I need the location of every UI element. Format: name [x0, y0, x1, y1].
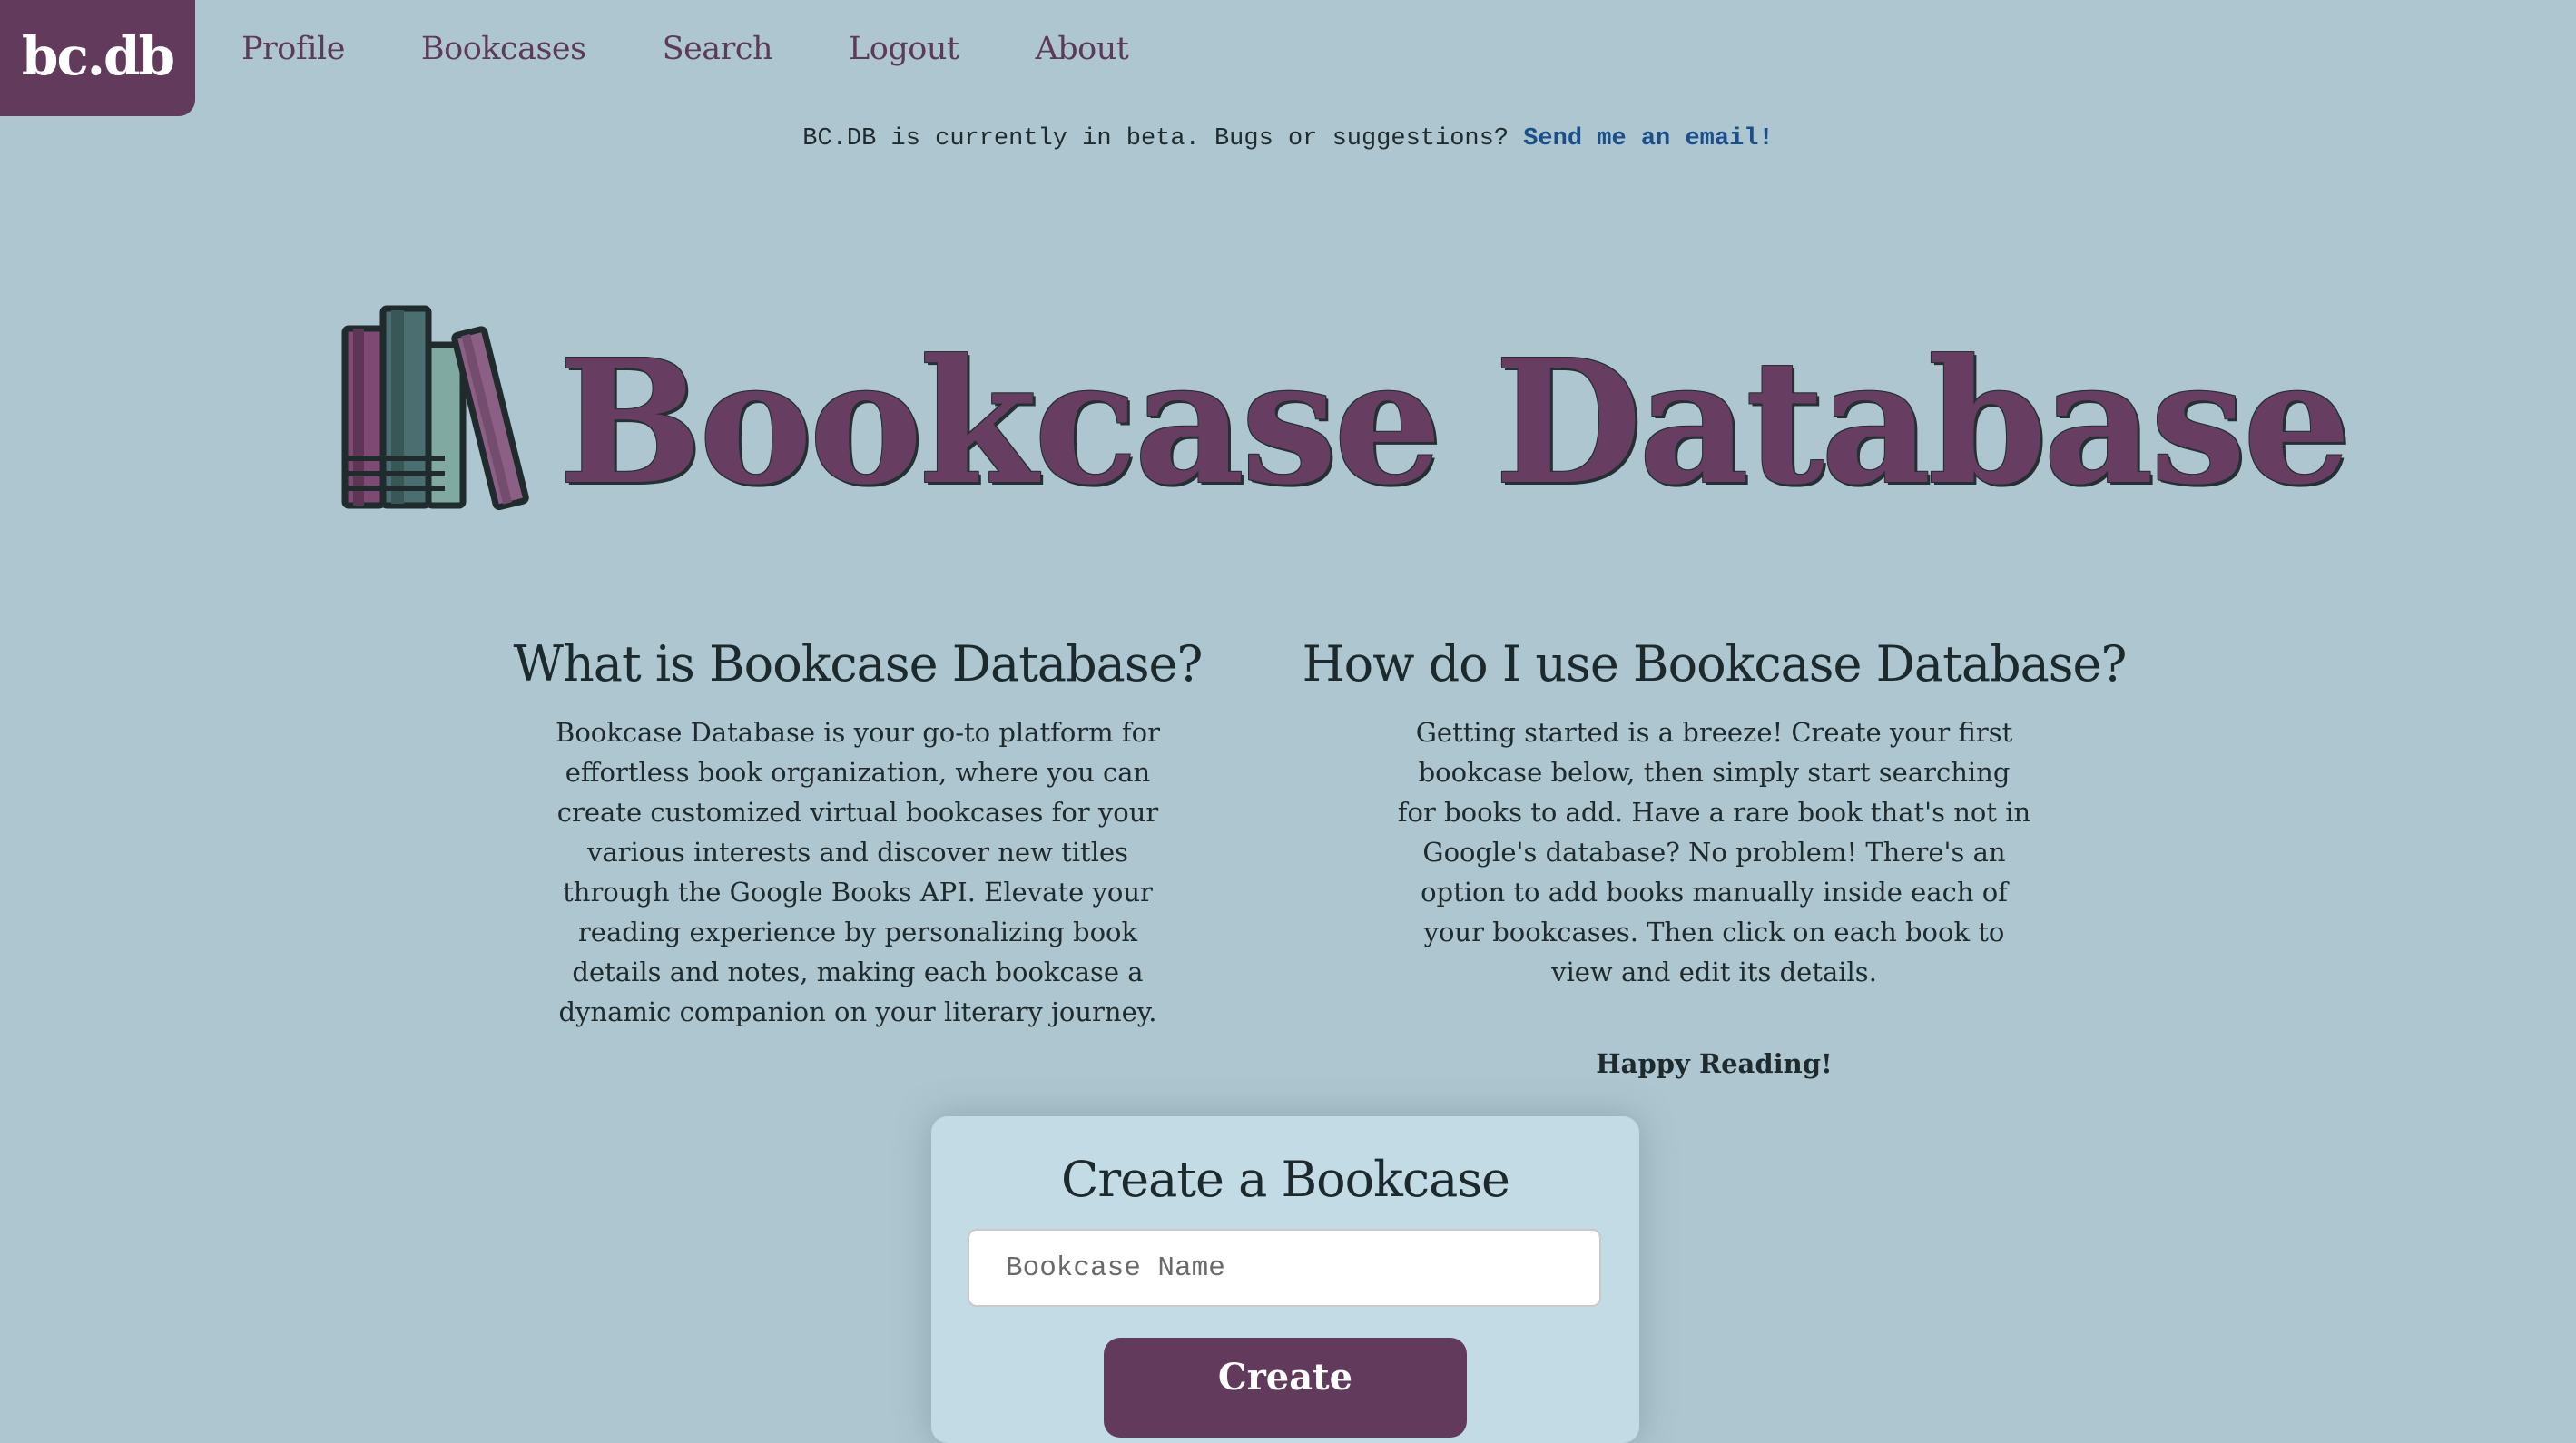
how-heading: How do I use Bookcase Database?: [1302, 635, 2128, 692]
hero-title: Bookcase Database: [558, 322, 2351, 523]
what-heading: What is Bookcase Database?: [513, 635, 1204, 692]
main-nav: Profile Bookcases Search Logout About: [241, 31, 1204, 67]
create-button[interactable]: Create: [1104, 1338, 1467, 1438]
create-bookcase-card: Create a Bookcase Create: [931, 1116, 1639, 1443]
happy-reading: Happy Reading!: [1596, 1048, 1833, 1079]
nav-search[interactable]: Search: [663, 31, 773, 67]
bookcase-name-input[interactable]: [968, 1229, 1601, 1307]
how-section: How do I use Bookcase Database? Getting …: [1298, 635, 2130, 1084]
brand-logo-text: bc.db: [21, 25, 175, 87]
create-bookcase-heading: Create a Bookcase: [1061, 1151, 1510, 1208]
what-body: Bookcase Database is your go-to platform…: [556, 717, 1160, 1027]
books-icon: [341, 305, 529, 511]
email-link[interactable]: Send me an email!: [1523, 125, 1773, 152]
beta-banner-text: BC.DB is currently in beta. Bugs or sugg…: [802, 125, 1509, 152]
nav-logout[interactable]: Logout: [849, 31, 959, 67]
what-section: What is Bookcase Database? Bookcase Data…: [508, 635, 1207, 1032]
brand-logo[interactable]: bc.db: [0, 0, 195, 116]
how-body: Getting started is a breeze! Create your…: [1397, 717, 2031, 987]
nav-profile[interactable]: Profile: [241, 31, 345, 67]
nav-about[interactable]: About: [1035, 31, 1128, 67]
nav-bookcases[interactable]: Bookcases: [421, 31, 586, 67]
beta-banner: BC.DB is currently in beta. Bugs or sugg…: [0, 125, 2576, 152]
